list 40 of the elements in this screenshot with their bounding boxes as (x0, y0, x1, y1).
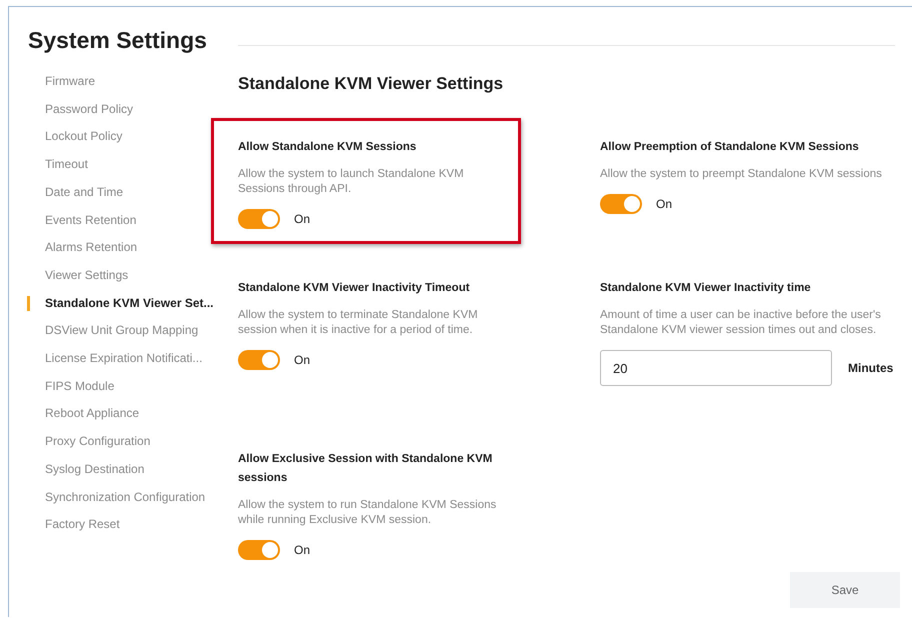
setting-description: Amount of time a user can be inactive before the user's Standalone KVM viewer session times out and closes. (600, 308, 882, 338)
setting-description: Allow the system to run Standalone KVM Sessions while running Exclusive KVM session. (238, 498, 498, 528)
sidebar-item[interactable]: Standalone KVM Viewer Set... (27, 296, 214, 312)
toggle-switch[interactable] (238, 540, 280, 560)
sidebar-item[interactable]: Syslog Destination (27, 462, 144, 478)
setting-title: Standalone KVM Viewer Inactivity time (600, 281, 812, 296)
sidebar-item[interactable]: License Expiration Notificati... (27, 351, 202, 367)
sidebar-item[interactable]: Viewer Settings (27, 268, 128, 284)
setting-description: Allow the system to launch Standalone KVM Sessions through API. (238, 167, 465, 197)
unit-label: Minutes (848, 361, 894, 375)
sidebar-item[interactable]: Factory Reset (27, 517, 120, 533)
sidebar-item[interactable]: DSView Unit Group Mapping (27, 323, 198, 340)
toggle-switch[interactable] (238, 209, 280, 229)
toggle-label: On (656, 197, 672, 211)
sidebar-item[interactable]: Alarms Retention (27, 240, 138, 256)
sidebar-item[interactable]: FIPS Module (27, 378, 114, 394)
section-title: Standalone KVM Viewer Settings (238, 74, 504, 94)
setting-description: Allow the system to preempt Standalone KVM sessions (600, 167, 883, 182)
page-title: System Settings (28, 27, 208, 54)
sidebar-item[interactable]: Firmware (27, 74, 95, 90)
sidebar-item[interactable]: Lockout Policy (27, 129, 122, 146)
sidebar-item[interactable]: Timeout (27, 157, 88, 173)
sidebar-item[interactable]: Password Policy (27, 102, 134, 118)
setting-description: Allow the system to terminate Standalone KVM session when it is inactive for a period of time. (238, 308, 479, 338)
toggle-label: On (294, 353, 310, 367)
setting-title: Allow Standalone KVM Sessions (238, 140, 418, 155)
toggle-switch[interactable] (238, 350, 280, 370)
sidebar-item[interactable]: Proxy Configuration (27, 434, 150, 450)
sidebar-item[interactable]: Date and Time (27, 184, 124, 201)
toggle-switch[interactable] (600, 194, 642, 214)
setting-title: Standalone KVM Viewer Inactivity Timeout (238, 281, 471, 296)
save-button[interactable]: Save (790, 572, 900, 608)
toggle-label: On (294, 212, 310, 226)
setting-title: Allow Preemption of Standalone KVM Sessions (600, 140, 860, 155)
toggle-label: On (294, 543, 310, 557)
sidebar-item[interactable]: Events Retention (27, 212, 136, 228)
sidebar-item[interactable]: Synchronization Configuration (27, 490, 206, 506)
sidebar-item[interactable]: Reboot Appliance (27, 406, 140, 422)
minutes-input[interactable]: 20 (600, 350, 832, 386)
setting-title: Allow Exclusive Session with Standalone KVM sessions (238, 452, 494, 486)
